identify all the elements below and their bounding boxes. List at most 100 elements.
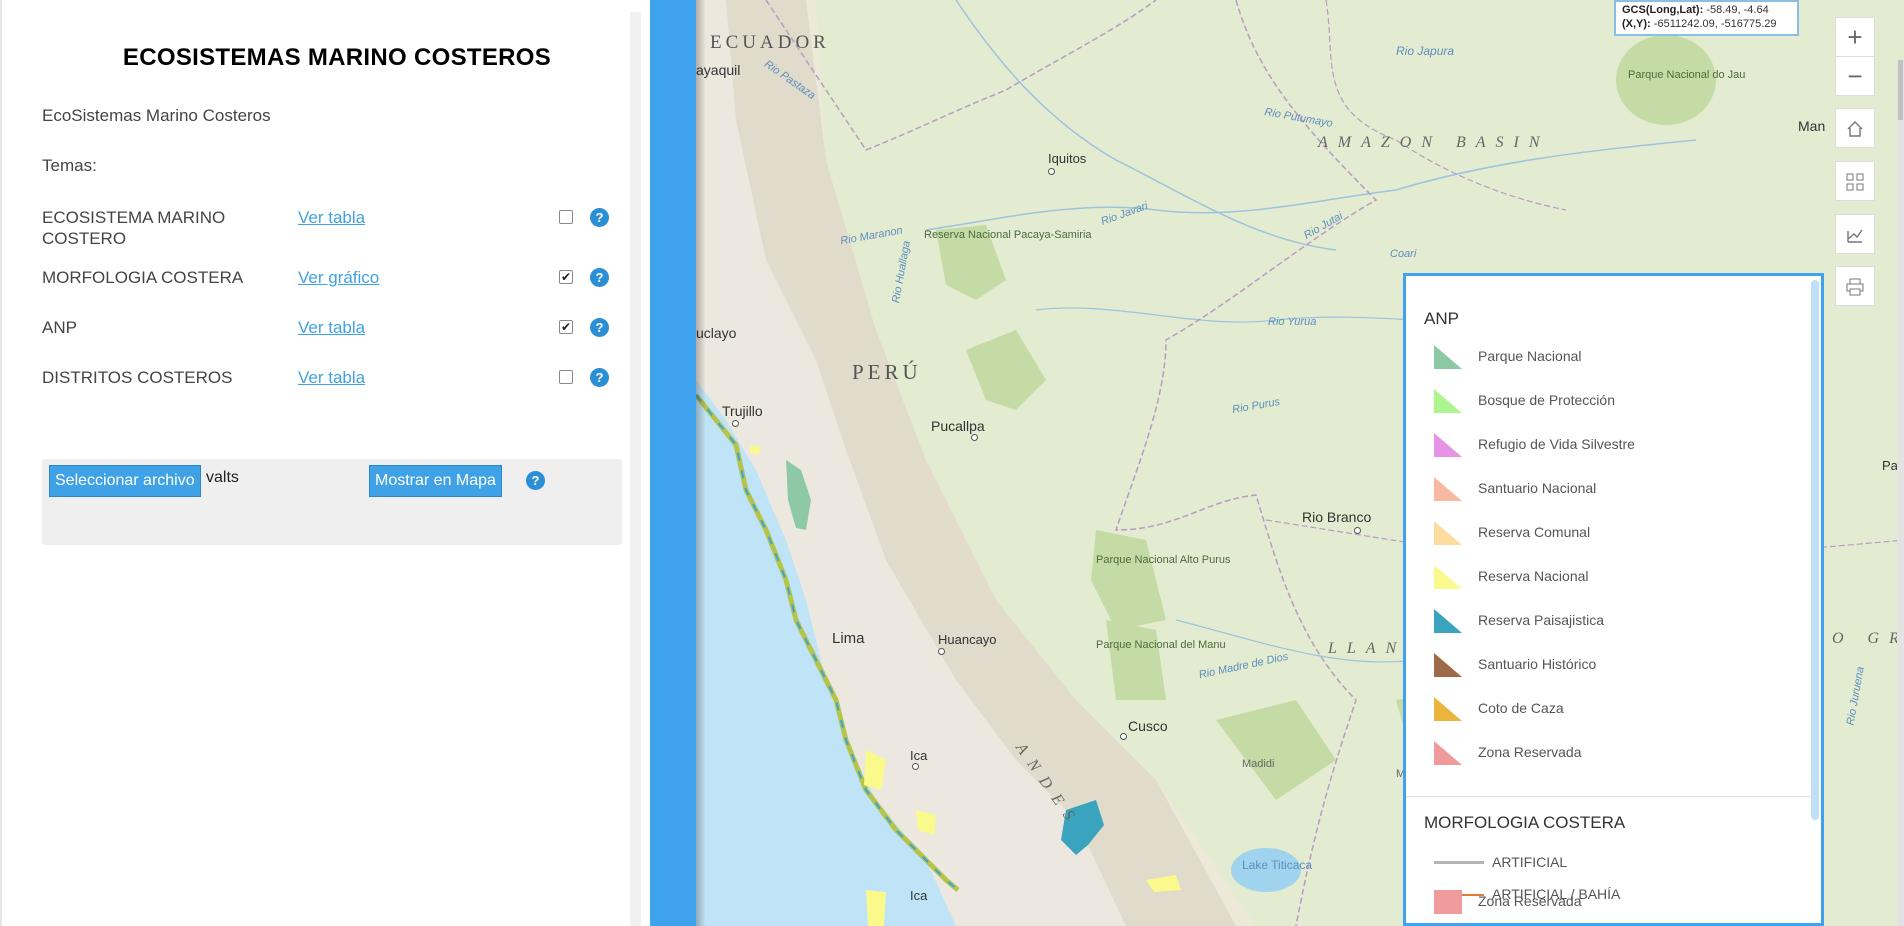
- legend-line-swatch: [1434, 861, 1484, 864]
- xy-value: -6511242.09, -516775.29: [1653, 18, 1777, 30]
- legend-label: Bosque de Protección: [1478, 392, 1615, 408]
- map-label-gro: O GRO: [1832, 630, 1904, 647]
- city-dot: [1048, 168, 1055, 175]
- legend-label: Reserva Nacional: [1478, 568, 1589, 584]
- map-label-trujillo: Trujillo: [722, 403, 763, 419]
- grid-icon: [1846, 173, 1864, 191]
- theme-checkbox[interactable]: [559, 370, 573, 384]
- panel-subtitle: EcoSistemas Marino Costeros: [42, 106, 271, 125]
- map-label-park-jau: Parque Nacional do Jau: [1628, 69, 1746, 81]
- help-icon[interactable]: ?: [590, 208, 609, 227]
- legend-label: Santuario Nacional: [1478, 480, 1597, 496]
- legend-label: Coto de Caza: [1478, 700, 1564, 716]
- legend-swatch: [1434, 741, 1462, 765]
- help-icon[interactable]: ?: [590, 268, 609, 287]
- map-label-lake: Lake Titicaca: [1242, 858, 1313, 872]
- file-upload-box: Seleccionar archivo valts Mostrar en Map…: [42, 459, 622, 545]
- panel-toggle-strip[interactable]: [650, 0, 696, 926]
- map-label-pa: Pa: [1882, 458, 1898, 473]
- legend-label: Reserva Paisajistica: [1478, 612, 1605, 628]
- legend-label: Parque Nacional: [1478, 348, 1582, 364]
- theme-row-morfologia: MORFOLOGIA COSTERA Ver gráfico ✔ ?: [42, 267, 617, 311]
- map-label-madidi: Madidi: [1242, 758, 1275, 770]
- theme-row-ecosistema: ECOSISTEMA MARINO COSTERO Ver tabla ?: [42, 207, 617, 251]
- measure-button[interactable]: [1835, 214, 1875, 254]
- coordinates-readout: GCS(Long,Lat): -58.49, -4.64 (X,Y): -651…: [1614, 0, 1799, 36]
- side-panel: ECOSISTEMAS MARINO COSTEROS EcoSistemas …: [0, 0, 650, 926]
- ver-tabla-link[interactable]: Ver tabla: [298, 317, 365, 338]
- legend-label: Refugio de Vida Silvestre: [1478, 436, 1635, 452]
- ver-grafico-link[interactable]: Ver gráfico: [298, 267, 379, 288]
- map-label-rio-coari: Coari: [1390, 248, 1417, 260]
- grid-button[interactable]: [1835, 161, 1875, 201]
- theme-name: DISTRITOS COSTEROS: [42, 368, 233, 387]
- legend-swatch: [1434, 345, 1462, 369]
- file-name: valts: [206, 469, 239, 486]
- city-dot: [971, 434, 978, 441]
- map-label-amazon: AMAZON BASIN: [1318, 134, 1550, 151]
- map-label-park-manu: Parque Nacional del Manu: [1096, 640, 1226, 651]
- city-dot: [732, 420, 739, 427]
- city-dot: [912, 763, 919, 770]
- help-icon[interactable]: ?: [590, 368, 609, 387]
- select-file-button[interactable]: Seleccionar archivo: [49, 465, 201, 497]
- help-icon[interactable]: ?: [590, 318, 609, 337]
- measure-icon: [1847, 229, 1863, 243]
- theme-checkbox[interactable]: [559, 210, 573, 224]
- theme-name: ECOSISTEMA MARINO COSTERO: [42, 208, 226, 248]
- ver-tabla-link[interactable]: Ver tabla: [298, 367, 365, 388]
- page-scrollbar-thumb[interactable]: [1898, 60, 1903, 120]
- legend-label: Zona Reservada: [1478, 893, 1582, 909]
- map-label-huancayo: Huancayo: [938, 632, 997, 647]
- map-label-lima: Lima: [832, 630, 865, 647]
- legend-anp-title: ANP: [1424, 309, 1459, 328]
- map-label-park-pacaya: Reserva Nacional Pacaya-Samiria: [924, 230, 1092, 241]
- map-label-rio-japura: Rio Japura: [1396, 44, 1455, 58]
- help-icon[interactable]: ?: [526, 471, 545, 490]
- theme-row-distritos: DISTRITOS COSTEROS Ver tabla ?: [42, 367, 617, 411]
- map-label-man: Man: [1798, 118, 1826, 134]
- legend-scrollbar[interactable]: [1811, 280, 1819, 820]
- gcs-value: -58.49, -4.64: [1706, 4, 1769, 16]
- legend-swatch: [1434, 653, 1462, 677]
- legend-divider: [1406, 796, 1816, 797]
- page-scrollbar[interactable]: [1897, 60, 1904, 926]
- legend-swatch: [1434, 565, 1462, 589]
- legend-morfologia-title: MORFOLOGIA COSTERA: [1424, 813, 1626, 832]
- map-label-pucallpa: Pucallpa: [931, 418, 985, 434]
- legend-swatch: [1434, 609, 1462, 633]
- theme-checkbox[interactable]: ✔: [559, 270, 573, 284]
- map-label-park-purus: Parque Nacional Alto Purus: [1096, 554, 1231, 566]
- map-label-ica2: Ica: [910, 888, 928, 903]
- map-label-rio-branco: Rio Branco: [1302, 509, 1372, 525]
- ver-tabla-link[interactable]: Ver tabla: [298, 207, 365, 228]
- map-label-rio-yurua: Rio Yurua: [1268, 316, 1317, 328]
- theme-name: MORFOLOGIA COSTERA: [42, 268, 244, 287]
- legend-label: ARTIFICIAL: [1492, 854, 1568, 870]
- map-label-ica: Ica: [910, 748, 928, 763]
- city-dot: [938, 648, 945, 655]
- legend-label: Zona Reservada: [1478, 744, 1582, 760]
- show-on-map-button[interactable]: Mostrar en Mapa: [369, 465, 502, 497]
- home-button[interactable]: [1835, 108, 1875, 148]
- panel-title: ECOSISTEMAS MARINO COSTEROS: [122, 44, 552, 71]
- zoom-out-icon: −: [1847, 61, 1863, 91]
- map-label-peru: PERÚ: [852, 360, 922, 384]
- zoom-in-icon: +: [1847, 22, 1863, 52]
- strip-shadow: [696, 0, 706, 926]
- panel-scrollbar[interactable]: [630, 12, 641, 926]
- theme-checkbox[interactable]: ✔: [559, 320, 573, 334]
- legend-swatch: [1434, 890, 1462, 914]
- legend-swatch: [1434, 477, 1462, 501]
- print-icon: [1846, 278, 1864, 296]
- legend-label: Reserva Comunal: [1478, 524, 1591, 540]
- map-label-ecuador: ECUADOR: [710, 32, 830, 53]
- theme-row-anp: ANP Ver tabla ✔ ?: [42, 317, 617, 361]
- print-button[interactable]: [1835, 266, 1875, 306]
- legend-swatch: [1434, 433, 1462, 457]
- zoom-in-button[interactable]: +: [1835, 17, 1875, 57]
- home-icon: [1847, 121, 1863, 137]
- legend-swatch: [1434, 521, 1462, 545]
- theme-name: ANP: [42, 318, 77, 337]
- zoom-out-button[interactable]: −: [1835, 56, 1875, 96]
